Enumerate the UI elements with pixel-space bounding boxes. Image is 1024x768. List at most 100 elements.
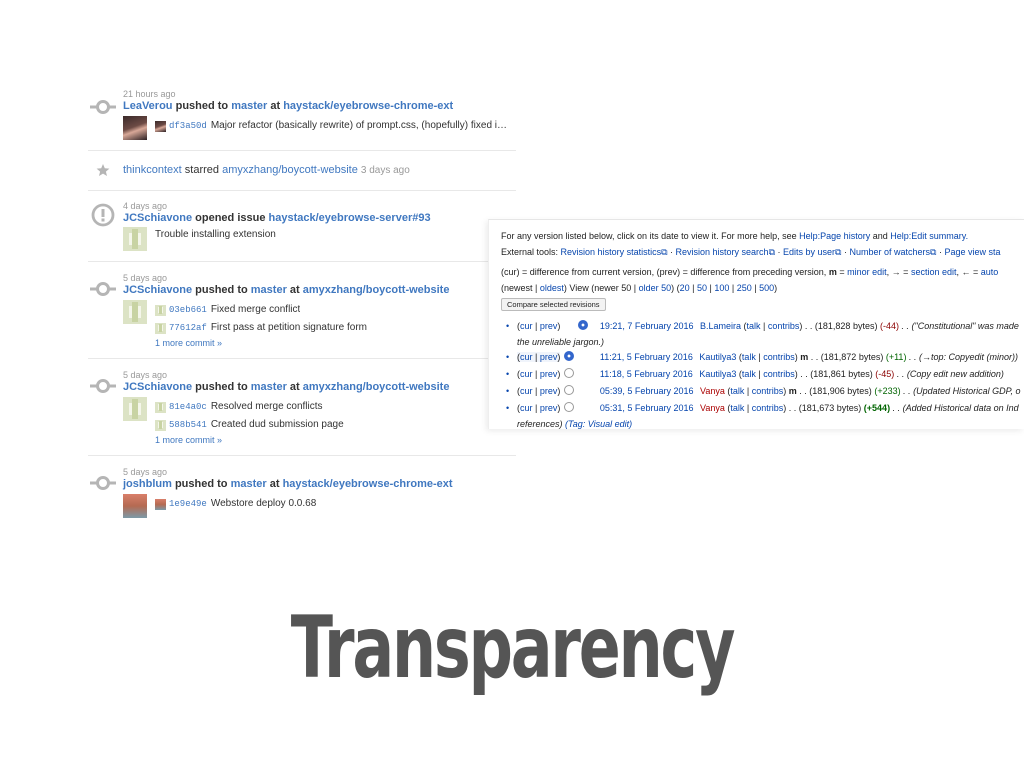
revision-date-link[interactable]: 05:31, 5 February 2016 xyxy=(600,403,694,413)
prev-link[interactable]: prev xyxy=(540,369,558,379)
commit-icon xyxy=(90,100,116,114)
event-at: at xyxy=(269,478,280,490)
prev-link[interactable]: prev xyxy=(540,352,558,362)
revision-row: • (cur | prev) 11:21, 5 February 2016 Ka… xyxy=(501,349,1024,366)
tool-revision-search-link[interactable]: Revision history search xyxy=(676,247,769,257)
avatar[interactable] xyxy=(123,227,147,251)
user-contribs-link[interactable]: contribs xyxy=(763,369,795,379)
repo-link[interactable]: haystack/eyebrowse-chrome-ext xyxy=(283,100,453,112)
revision-radio[interactable] xyxy=(563,385,574,395)
revision-user-link[interactable]: Vanya xyxy=(700,403,725,413)
issue-link[interactable]: haystack/eyebrowse-server#93 xyxy=(269,212,431,224)
prev-link[interactable]: prev xyxy=(540,321,558,331)
user-link[interactable]: LeaVerou xyxy=(123,100,173,112)
avatar[interactable] xyxy=(123,397,147,421)
prev-link[interactable]: prev xyxy=(540,386,558,396)
limit-100-link[interactable]: 100 xyxy=(714,283,729,293)
branch-link[interactable]: master xyxy=(231,478,267,490)
branch-link[interactable]: master xyxy=(251,284,287,296)
user-link[interactable]: joshblum xyxy=(123,478,172,490)
commit-sha-link[interactable]: 81e4a0c xyxy=(169,399,207,415)
commit-sha-link[interactable]: 03eb661 xyxy=(169,302,207,318)
revision-radio[interactable] xyxy=(563,402,574,412)
revision-date-link[interactable]: 11:21, 5 February 2016 xyxy=(600,352,693,362)
repo-link[interactable]: amyxzhang/boycott-website xyxy=(222,164,358,176)
revision-user-link[interactable]: Kautilya3 xyxy=(699,352,736,362)
repo-link[interactable]: haystack/eyebrowse-chrome-ext xyxy=(283,478,453,490)
limit-20-link[interactable]: 20 xyxy=(680,283,690,293)
tool-page-views-link[interactable]: Page view sta xyxy=(944,247,1000,257)
avatar[interactable] xyxy=(123,300,147,324)
mini-avatar xyxy=(155,120,166,132)
user-talk-link[interactable]: talk xyxy=(742,369,756,379)
more-commits-link[interactable]: 1 more commit » xyxy=(155,435,344,445)
avatar[interactable] xyxy=(123,116,147,140)
cur-link[interactable]: cur xyxy=(520,321,533,331)
limit-250-link[interactable]: 250 xyxy=(737,283,752,293)
repo-link[interactable]: amyxzhang/boycott-website xyxy=(303,284,450,296)
external-link-icon: ⧉ xyxy=(661,247,668,257)
commit-sha-link[interactable]: 77612af xyxy=(169,320,207,336)
older-50-link[interactable]: older 50 xyxy=(639,283,672,293)
branch-link[interactable]: master xyxy=(251,381,287,393)
oldest-link[interactable]: oldest xyxy=(540,283,564,293)
prev-link[interactable]: prev xyxy=(540,403,558,413)
user-link[interactable]: JCSchiavone xyxy=(123,212,192,224)
event-action: pushed to xyxy=(195,381,248,393)
user-contribs-link[interactable]: contribs xyxy=(763,352,795,362)
revision-radio-older[interactable] xyxy=(563,351,574,361)
tool-watchers-link[interactable]: Number of watchers xyxy=(849,247,930,257)
mini-avatar xyxy=(155,401,166,413)
user-link[interactable]: JCSchiavone xyxy=(123,381,192,393)
repo-link[interactable]: amyxzhang/boycott-website xyxy=(303,381,450,393)
section-edit-link[interactable]: section edit xyxy=(911,267,957,277)
slide-title: Transparency xyxy=(290,598,736,698)
commit-sha-link[interactable]: 588b541 xyxy=(169,417,207,433)
event-action: starred xyxy=(184,164,220,176)
cur-link[interactable]: cur xyxy=(520,352,533,362)
event-at: at xyxy=(270,100,281,112)
help-edit-summary-link[interactable]: Help:Edit summary. xyxy=(890,231,968,241)
branch-link[interactable]: master xyxy=(231,100,267,112)
cur-link[interactable]: cur xyxy=(520,386,533,396)
commit-icon xyxy=(90,476,116,490)
avatar[interactable] xyxy=(123,494,147,518)
more-commits-link[interactable]: 1 more commit » xyxy=(155,338,367,348)
external-tools-label: External tools: xyxy=(501,247,559,257)
user-link[interactable]: thinkcontext xyxy=(123,164,182,176)
limit-50-link[interactable]: 50 xyxy=(697,283,707,293)
user-contribs-link[interactable]: contribs xyxy=(752,403,784,413)
user-talk-link[interactable]: talk xyxy=(747,321,761,331)
limit-500-link[interactable]: 500 xyxy=(759,283,774,293)
revision-radio[interactable] xyxy=(563,368,574,378)
event-title: thinkcontext starred amyxzhang/boycott-w… xyxy=(123,164,516,177)
revision-date-link[interactable]: 11:18, 5 February 2016 xyxy=(600,369,693,379)
tool-edits-by-user-link[interactable]: Edits by user xyxy=(783,247,835,257)
revision-user-link[interactable]: Vanya xyxy=(700,386,725,396)
auto-summary-link[interactable]: auto xyxy=(981,267,999,277)
user-talk-link[interactable]: talk xyxy=(730,403,744,413)
compare-revisions-button[interactable]: Compare selected revisions xyxy=(501,298,606,311)
user-talk-link[interactable]: talk xyxy=(742,352,756,362)
user-link[interactable]: JCSchiavone xyxy=(123,284,192,296)
revision-comment-cont: references) (Tag: Visual edit) xyxy=(501,417,1024,429)
revision-date-link[interactable]: 05:39, 5 February 2016 xyxy=(600,386,694,396)
revision-date-link[interactable]: 19:21, 7 February 2016 xyxy=(600,321,694,331)
user-talk-link[interactable]: talk xyxy=(730,386,744,396)
commit-sha-link[interactable]: df3a50d xyxy=(169,118,207,134)
revision-user-link[interactable]: Kautilya3 xyxy=(699,369,736,379)
revision-tag[interactable]: (Tag: Visual edit) xyxy=(565,419,632,429)
help-page-history-link[interactable]: Help:Page history xyxy=(799,231,870,241)
external-link-icon: ⧉ xyxy=(835,247,842,257)
cur-link[interactable]: cur xyxy=(520,369,533,379)
user-contribs-link[interactable]: contribs xyxy=(768,321,800,331)
revision-user-link[interactable]: B.Lameira xyxy=(700,321,741,331)
tool-revision-stats-link[interactable]: Revision history statistics xyxy=(561,247,662,257)
commit-sha-link[interactable]: 1e9e49e xyxy=(169,496,207,512)
cur-link[interactable]: cur xyxy=(520,403,533,413)
user-contribs-link[interactable]: contribs xyxy=(752,386,784,396)
minor-edit-link[interactable]: minor edit xyxy=(847,267,887,277)
help-text: For any version listed below, click on i… xyxy=(501,231,797,241)
legend-line: (cur) = difference from current version,… xyxy=(501,264,1024,280)
revision-radio-newer[interactable] xyxy=(578,320,589,330)
